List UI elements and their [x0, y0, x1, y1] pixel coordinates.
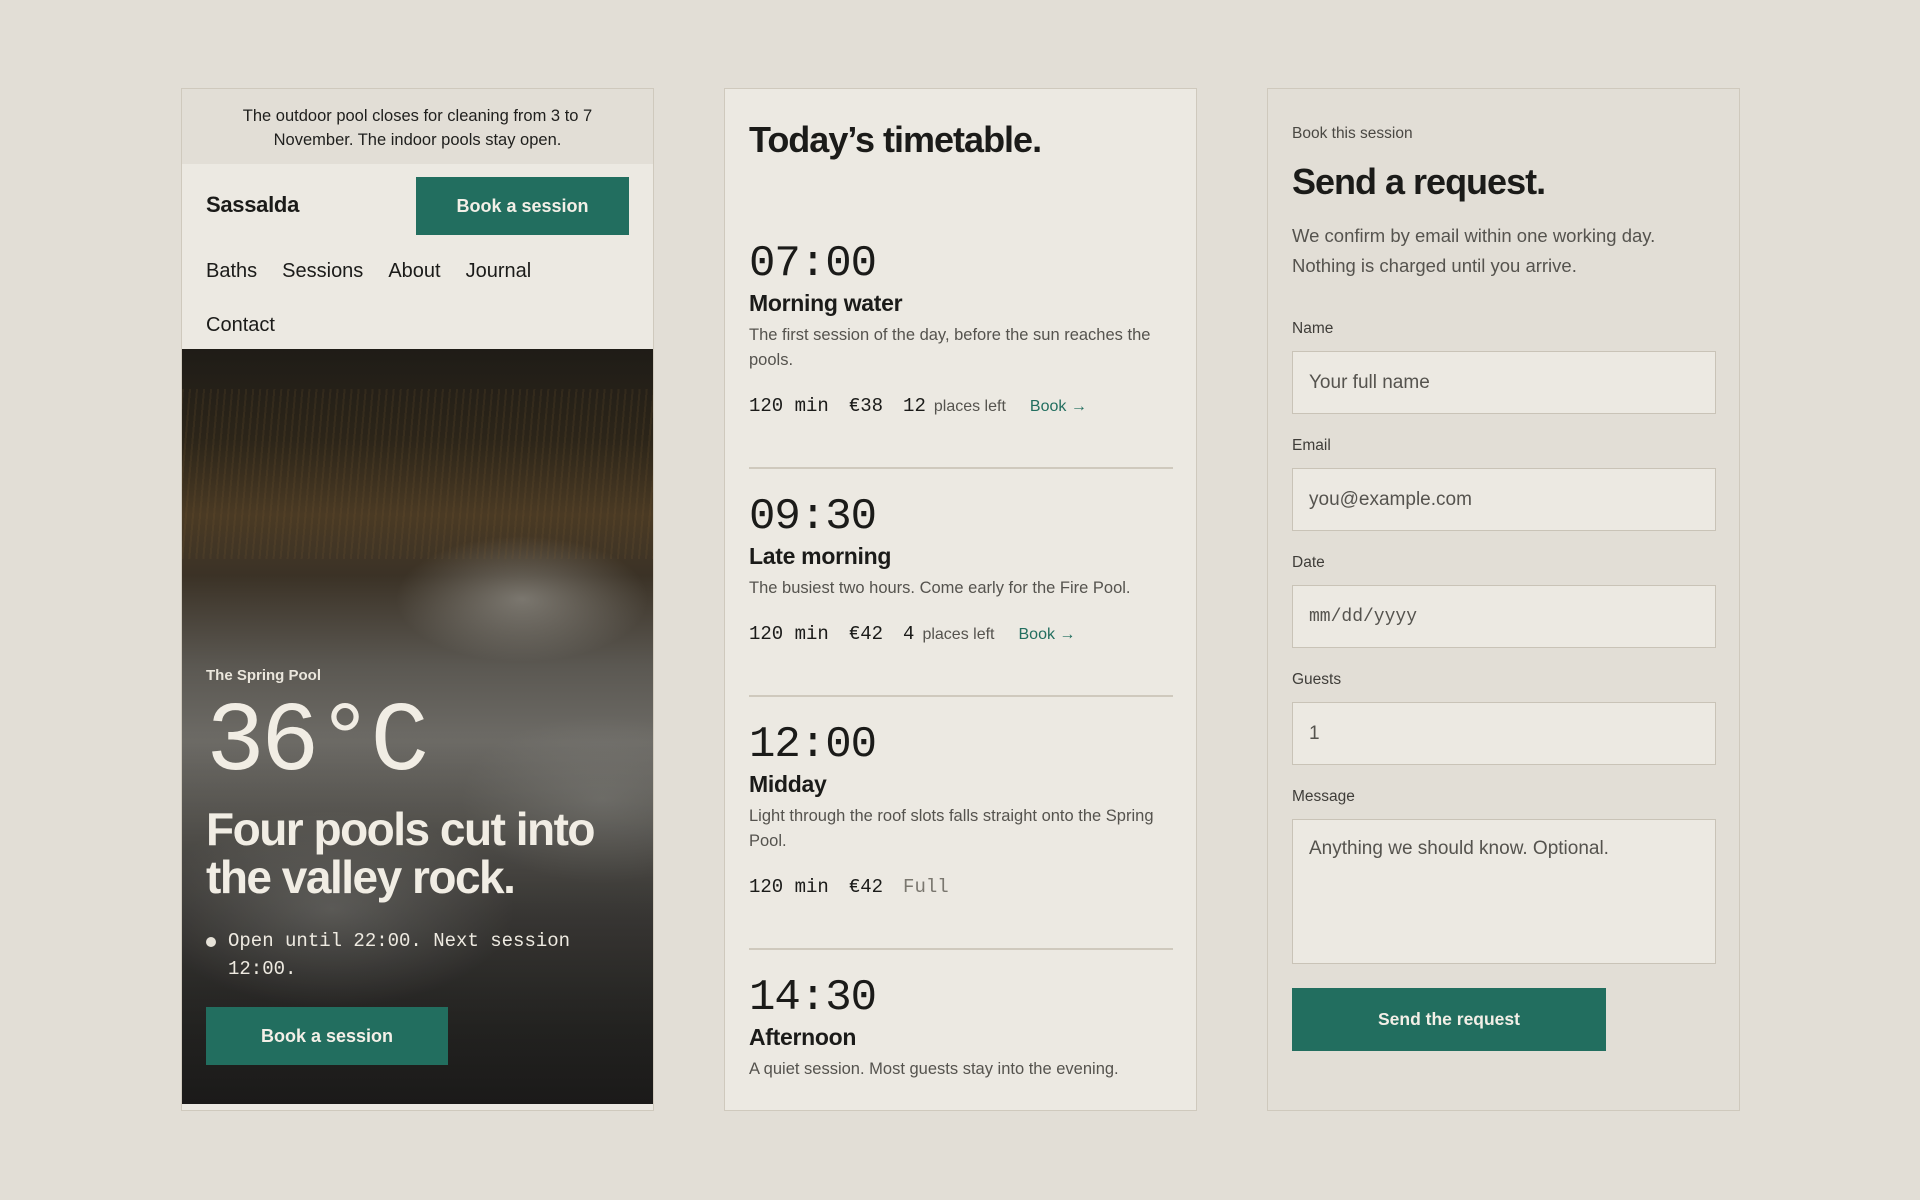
session-time: 12:00	[749, 720, 877, 770]
session-name: Late morning	[749, 543, 892, 569]
session-places-label: places left	[922, 626, 995, 643]
session-duration: 120 min	[749, 876, 829, 898]
session-meta: 120 min €38 12 places left Book →	[749, 395, 1173, 417]
nav-baths[interactable]: Baths	[206, 244, 257, 298]
hero-temperature: 36°C	[206, 688, 429, 799]
session-duration: 120 min	[749, 623, 829, 645]
timetable-title: Today’s timetable.	[749, 119, 1042, 160]
name-field[interactable]: Your full name	[1292, 351, 1716, 414]
session-places-label: places left	[933, 398, 1006, 415]
site-header: Sassalda Book a session Baths Sessions A…	[182, 164, 653, 349]
nav-contact[interactable]: Contact	[206, 298, 275, 352]
main-nav: Baths Sessions About Journal Contact	[206, 244, 606, 352]
email-label: Email	[1292, 437, 1331, 454]
session-item: 12:00 Midday Light through the roof slot…	[749, 720, 1173, 898]
hero-section: The Spring Pool 36°C Four pools cut into…	[182, 349, 653, 1104]
nav-sessions[interactable]: Sessions	[282, 244, 363, 298]
session-price: €42	[848, 623, 884, 645]
brand-logo[interactable]: Sassalda	[206, 192, 299, 218]
session-book-link[interactable]: Book →	[1019, 626, 1076, 644]
session-description: Light through the roof slots falls strai…	[749, 807, 1154, 850]
session-name: Afternoon	[749, 1024, 857, 1050]
nav-about[interactable]: About	[388, 244, 440, 298]
date-field[interactable]: mm/dd/yyyy	[1292, 585, 1716, 648]
session-description: The first session of the day, before the…	[749, 326, 1151, 369]
send-request-button[interactable]: Send the request	[1292, 988, 1606, 1051]
session-book-link[interactable]: Book →	[1030, 398, 1087, 416]
date-label: Date	[1292, 554, 1325, 571]
form-title: Send a request.	[1292, 161, 1546, 202]
session-name: Midday	[749, 771, 827, 797]
session-divider	[749, 948, 1173, 950]
session-price: €42	[848, 876, 884, 898]
notice-banner: The outdoor pool closes for cleaning fro…	[182, 89, 653, 164]
session-meta: 120 min €42 4 places left Book →	[749, 623, 1173, 645]
session-duration: 120 min	[749, 395, 829, 417]
session-price: €38	[848, 395, 884, 417]
session-time: 07:00	[749, 239, 877, 289]
name-label: Name	[1292, 320, 1334, 337]
session-places: 12	[903, 395, 926, 417]
session-item: 09:30 Late morning The busiest two hours…	[749, 492, 1173, 645]
email-field[interactable]: you@example.com	[1292, 468, 1716, 531]
session-time: 14:30	[749, 973, 877, 1023]
hero-pool-label: The Spring Pool	[206, 667, 321, 684]
session-places: 4	[903, 623, 915, 645]
message-label: Message	[1292, 788, 1355, 805]
form-eyebrow: Book this session	[1292, 125, 1413, 142]
nav-journal[interactable]: Journal	[466, 244, 532, 298]
guests-field[interactable]: 1	[1292, 702, 1716, 765]
session-item: 14:30 Afternoon A quiet session. Most gu…	[749, 973, 1173, 1082]
session-name: Morning water	[749, 290, 903, 316]
status-dot-icon	[206, 937, 216, 947]
session-time: 09:30	[749, 492, 877, 542]
timetable-panel: Today’s timetable. 07:00 Morning water T…	[724, 88, 1197, 1111]
session-divider	[749, 695, 1173, 697]
booking-form-panel: Book this session Send a request. We con…	[1267, 88, 1740, 1111]
session-description: A quiet session. Most guests stay into t…	[749, 1060, 1119, 1078]
session-meta: 120 min €42 Full	[749, 876, 1173, 898]
form-description: We confirm by email within one working d…	[1292, 225, 1656, 276]
hero-book-button[interactable]: Book a session	[206, 1007, 448, 1065]
session-description: The busiest two hours. Come early for th…	[749, 579, 1131, 597]
message-field[interactable]: Anything we should know. Optional.	[1292, 819, 1716, 964]
hero-open-status: Open until 22:00. Next session 12:00.	[206, 927, 626, 983]
notice-text: The outdoor pool closes for cleaning fro…	[242, 107, 593, 149]
hero-title: Four pools cut into the valley rock.	[206, 803, 596, 903]
hero-status-text: Open until 22:00. Next session 12:00.	[228, 930, 571, 980]
session-full-status: Full	[903, 876, 949, 898]
header-book-button[interactable]: Book a session	[416, 177, 629, 235]
guests-label: Guests	[1292, 671, 1342, 688]
session-divider	[749, 467, 1173, 469]
mobile-home-panel: The outdoor pool closes for cleaning fro…	[181, 88, 654, 1111]
session-item: 07:00 Morning water The first session of…	[749, 239, 1173, 417]
